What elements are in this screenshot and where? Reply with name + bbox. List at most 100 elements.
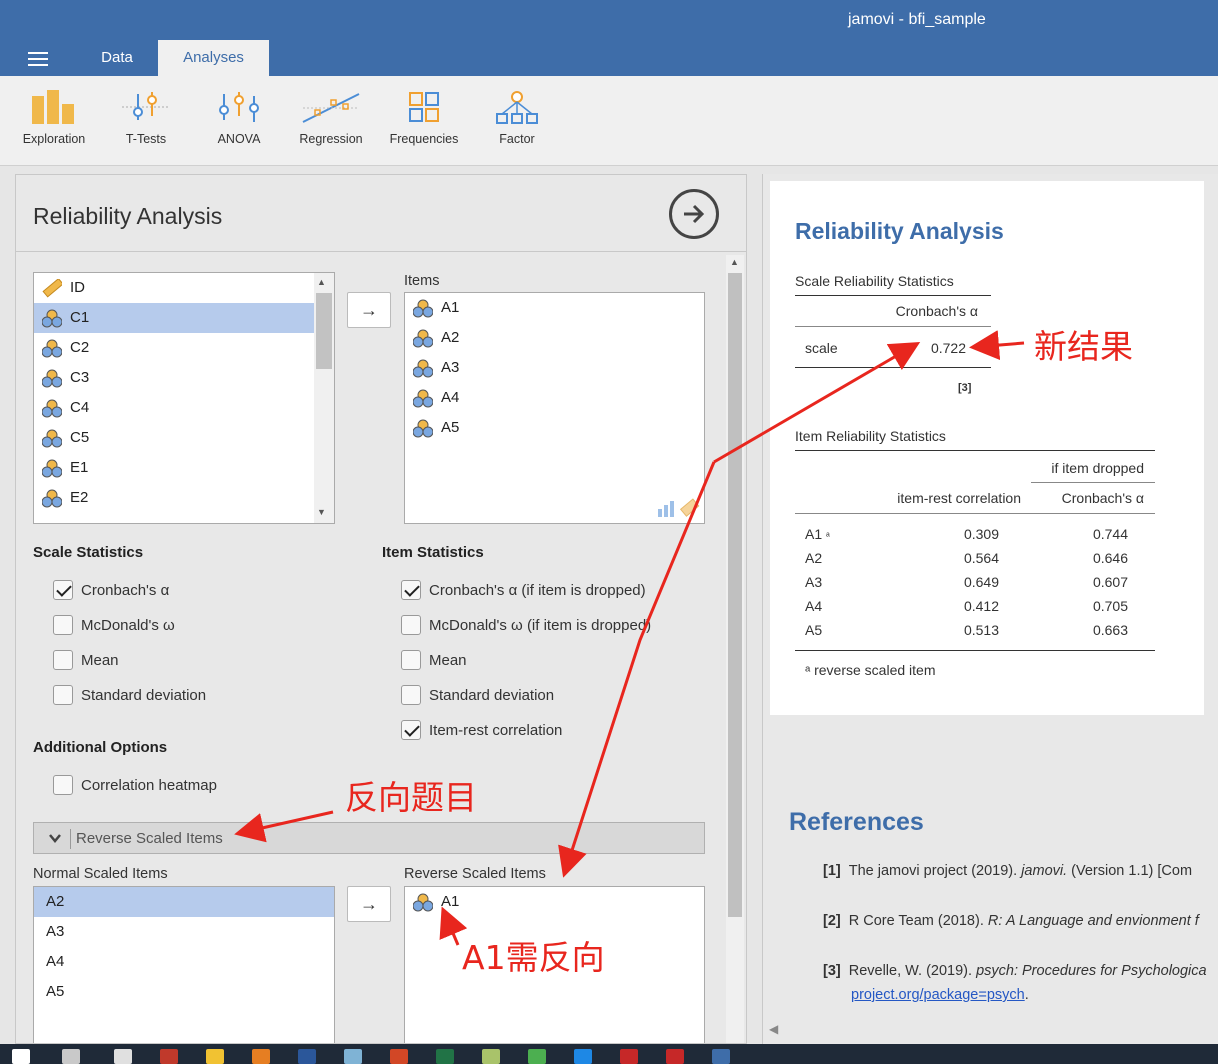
store-icon[interactable] (114, 1049, 132, 1064)
scroll-up-icon[interactable]: ▲ (730, 257, 739, 267)
tab-analyses[interactable]: Analyses (158, 40, 269, 76)
mcdonald-omega-checkbox[interactable]: McDonald's ω (53, 615, 175, 635)
nominal-icon (42, 309, 62, 327)
list-item[interactable]: A4 (34, 947, 334, 977)
item-omega-dropped-checkbox[interactable]: McDonald's ω (if item is dropped) (401, 615, 651, 635)
menu-icon[interactable] (28, 52, 48, 66)
item-label: A1 (441, 893, 460, 910)
scale-alpha-value: 0.722 (930, 340, 966, 356)
list-item[interactable]: A4 (405, 383, 704, 413)
list-item[interactable]: C5 (34, 423, 334, 453)
word-icon[interactable] (298, 1049, 316, 1064)
app-icon[interactable] (620, 1049, 638, 1064)
list-item[interactable]: A5 (34, 977, 334, 1007)
list-item[interactable]: A2 (405, 323, 704, 353)
checkbox[interactable] (53, 615, 73, 635)
item-rest-correlation-checkbox[interactable]: Item-rest correlation (401, 720, 562, 740)
checkbox[interactable] (401, 685, 421, 705)
item-alpha-dropped-checkbox[interactable]: Cronbach's α (if item is dropped) (401, 580, 646, 600)
t-tests-button[interactable]: T-Tests (101, 90, 191, 146)
scroll-thumb[interactable] (316, 293, 332, 369)
measure-type-icon (658, 498, 700, 517)
list-item[interactable]: E2 (34, 483, 334, 513)
table-note: ᵃ reverse scaled item (805, 662, 936, 678)
correlation-heatmap-checkbox[interactable]: Correlation heatmap (53, 775, 217, 795)
list-item[interactable]: A1 (405, 887, 704, 917)
factor-button[interactable]: Factor (472, 90, 562, 146)
excel-icon[interactable] (436, 1049, 454, 1064)
footnote-ref[interactable]: [3] (958, 382, 971, 394)
checkbox[interactable] (401, 615, 421, 635)
exploration-icon (32, 90, 74, 124)
list-item[interactable]: C2 (34, 333, 334, 363)
item-rest-header: item-rest correlation (897, 490, 1021, 506)
regression-button[interactable]: Regression (286, 90, 376, 146)
reference-link[interactable]: project.org/package=psych (851, 987, 1025, 1003)
list-item[interactable]: E1 (34, 453, 334, 483)
item-mean-checkbox[interactable]: Mean (401, 650, 467, 670)
items-list[interactable]: A1 A2 A3 A4 A5 (404, 292, 705, 524)
run-analysis-button[interactable] (669, 189, 719, 239)
variable-label: C1 (70, 309, 90, 326)
checkbox[interactable] (401, 720, 421, 740)
move-to-reverse-button[interactable]: → (347, 886, 391, 922)
scroll-up-icon[interactable]: ▲ (317, 277, 326, 287)
list-item[interactable]: C3 (34, 363, 334, 393)
checkbox[interactable] (53, 580, 73, 600)
checkbox[interactable] (53, 685, 73, 705)
variable-label: C4 (70, 399, 90, 416)
table-rule (795, 295, 991, 296)
variables-list[interactable]: ID C1 C2 C3 C4 C5 E1 E2 ▲ ▼ (33, 272, 335, 524)
table-rule (1031, 482, 1155, 483)
checkbox[interactable] (401, 650, 421, 670)
filezilla-icon[interactable] (160, 1049, 178, 1064)
checkbox-label: McDonald's ω (if item is dropped) (429, 616, 652, 634)
list-item[interactable]: C1 (34, 303, 334, 333)
scroll-left-icon[interactable]: ◀ (769, 1022, 778, 1036)
list-item[interactable]: A3 (405, 353, 704, 383)
jamovi-icon[interactable] (712, 1049, 730, 1064)
reference-title: psych: Procedures for Psychologica (976, 963, 1207, 979)
checkbox[interactable] (53, 650, 73, 670)
windows-start-icon[interactable] (12, 1049, 30, 1064)
reverse-scaled-section-toggle[interactable]: Reverse Scaled Items (33, 822, 705, 854)
list-item[interactable]: A1 (405, 293, 704, 323)
variables-scrollbar[interactable]: ▲ ▼ (314, 273, 334, 523)
scale-mean-checkbox[interactable]: Mean (53, 650, 119, 670)
table-rule (795, 650, 1155, 651)
item-alpha-header: Cronbach's α (1061, 490, 1144, 506)
item-sd-checkbox[interactable]: Standard deviation (401, 685, 554, 705)
normal-scaled-list[interactable]: A2 A3 A4 A5 (33, 886, 335, 1043)
checkbox[interactable] (53, 775, 73, 795)
move-to-items-button[interactable]: → (347, 292, 391, 328)
options-scrollbar[interactable]: ▲ ▼ (726, 255, 744, 1043)
list-item[interactable]: A3 (34, 917, 334, 947)
app-icon[interactable] (344, 1049, 362, 1064)
nominal-icon (413, 389, 433, 407)
list-item[interactable]: A5 (405, 413, 704, 443)
firefox-icon[interactable] (252, 1049, 270, 1064)
list-item[interactable]: ID (34, 273, 334, 303)
list-item[interactable]: C4 (34, 393, 334, 423)
search-icon[interactable] (62, 1049, 80, 1064)
checkbox[interactable] (401, 580, 421, 600)
table-rule (795, 367, 991, 368)
anova-button[interactable]: ANOVA (194, 90, 284, 146)
nominal-icon (42, 429, 62, 447)
exploration-button[interactable]: Exploration (9, 90, 99, 146)
scale-sd-checkbox[interactable]: Standard deviation (53, 685, 206, 705)
edge-icon[interactable] (574, 1049, 592, 1064)
folder-icon[interactable] (206, 1049, 224, 1064)
list-item[interactable]: A2 (34, 887, 334, 917)
reference-item: [3] Revelle, W. (2019). psych: Procedures… (823, 963, 1207, 979)
scroll-thumb[interactable] (728, 273, 742, 917)
frequencies-button[interactable]: Frequencies (379, 90, 469, 146)
notepad-icon[interactable] (482, 1049, 500, 1064)
chrome-icon[interactable] (528, 1049, 546, 1064)
scroll-down-icon[interactable]: ▼ (317, 507, 326, 517)
tab-data[interactable]: Data (84, 40, 150, 76)
variable-label: C2 (70, 339, 90, 356)
powerpoint-icon[interactable] (390, 1049, 408, 1064)
app-icon[interactable] (666, 1049, 684, 1064)
cronbach-alpha-checkbox[interactable]: Cronbach's α (53, 580, 169, 600)
